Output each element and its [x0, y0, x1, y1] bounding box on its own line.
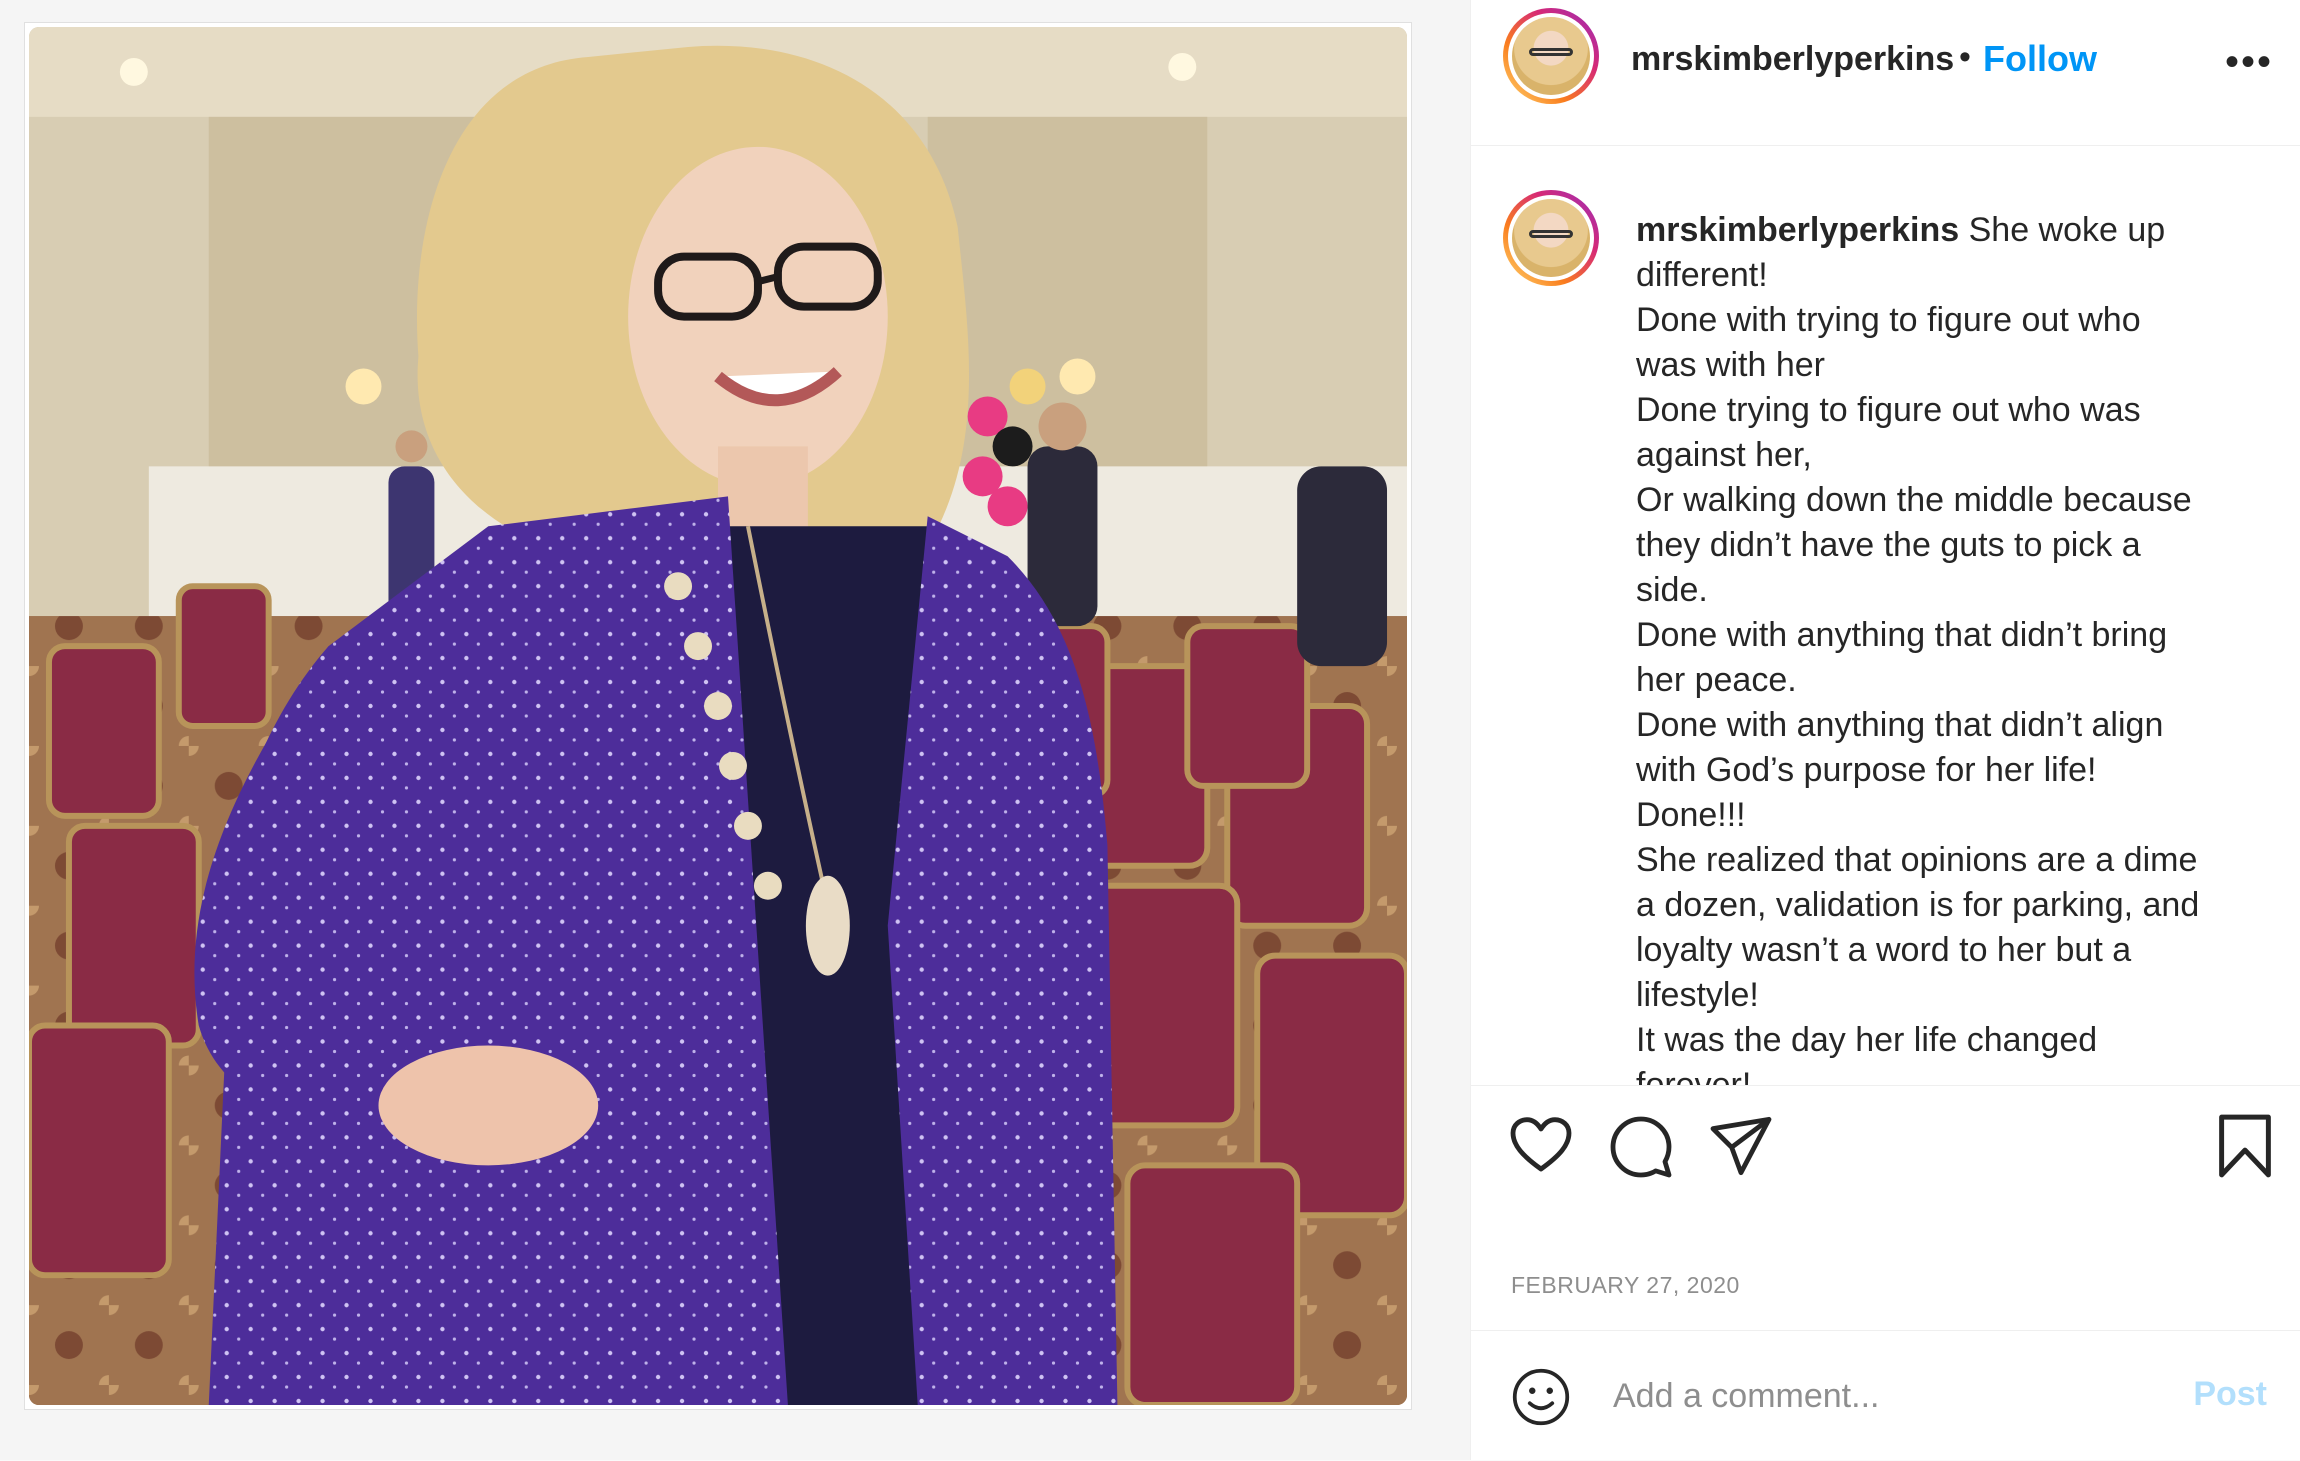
- caption-text: mrskimberlyperkins She woke up different…: [1636, 208, 2276, 1086]
- follow-button[interactable]: Follow: [1983, 38, 2097, 80]
- post-comment-button[interactable]: Post: [2193, 1375, 2267, 1414]
- heart-icon[interactable]: [1509, 1115, 1573, 1180]
- caption-first-text: She woke up: [1959, 211, 2166, 249]
- caption-line: forever!: [1636, 1066, 1752, 1086]
- caption-first-line: mrskimberlyperkins She woke up: [1636, 208, 2276, 253]
- post-side-panel: mrskimberlyperkins • Follow ••• mrskimbe…: [1470, 0, 2300, 1460]
- caption-line: It was the day her life changed: [1636, 1021, 2098, 1059]
- header-username[interactable]: mrskimberlyperkins: [1631, 40, 1954, 79]
- caption-line: Done with anything that didn’t align: [1636, 706, 2164, 744]
- post-header: mrskimberlyperkins • Follow •••: [1471, 0, 2300, 146]
- caption-line: side.: [1636, 571, 1708, 609]
- header-separator: •: [1959, 38, 1971, 76]
- caption-line: Or walking down the middle because: [1636, 481, 2192, 519]
- caption-line: Done!!!: [1636, 796, 1746, 834]
- caption-username[interactable]: mrskimberlyperkins: [1636, 211, 1959, 249]
- caption-line: different!: [1636, 256, 1768, 294]
- avatar-border: [1508, 195, 1594, 281]
- caption-line: Done trying to figure out who was: [1636, 391, 2141, 429]
- caption-line: lifestyle!: [1636, 976, 1759, 1014]
- caption-line: She realized that opinions are a dime: [1636, 841, 2198, 879]
- emoji-icon[interactable]: [1511, 1367, 1571, 1432]
- paper-plane-icon[interactable]: [1709, 1115, 1773, 1182]
- caption-line: Done with trying to figure out who: [1636, 301, 2141, 339]
- post-date[interactable]: FEBRUARY 27, 2020: [1511, 1272, 1740, 1299]
- caption-avatar[interactable]: [1503, 190, 1599, 286]
- caption-line: loyalty wasn’t a word to her but a: [1636, 931, 2132, 969]
- caption-line: against her,: [1636, 436, 1812, 474]
- avatar-image: [1512, 199, 1590, 277]
- post-image-illustration: [29, 27, 1407, 1405]
- caption-line: Done with anything that didn’t bring: [1636, 616, 2168, 654]
- comment-icon[interactable]: [1609, 1115, 1673, 1184]
- bookmark-icon[interactable]: [2217, 1113, 2273, 1184]
- caption-line: with God’s purpose for her life!: [1636, 751, 2097, 789]
- caption-line: they didn’t have the guts to pick a: [1636, 526, 2141, 564]
- caption-area[interactable]: mrskimberlyperkins She woke up different…: [1471, 146, 2300, 1086]
- post-media-area: [0, 0, 1470, 1460]
- caption-line: was with her: [1636, 346, 1825, 384]
- post-image[interactable]: [29, 27, 1407, 1405]
- comment-input[interactable]: [1611, 1365, 2155, 1427]
- avatar-border: [1508, 13, 1594, 99]
- header-avatar[interactable]: [1503, 8, 1599, 104]
- comment-bar: Post: [1471, 1330, 2300, 1461]
- avatar-image: [1512, 17, 1590, 95]
- post-actions: [1471, 1087, 2300, 1207]
- caption-line: a dozen, validation is for parking, and: [1636, 886, 2200, 924]
- more-options-icon[interactable]: •••: [2225, 40, 2273, 85]
- caption-line: her peace.: [1636, 661, 1797, 699]
- photo-frame: [24, 22, 1412, 1410]
